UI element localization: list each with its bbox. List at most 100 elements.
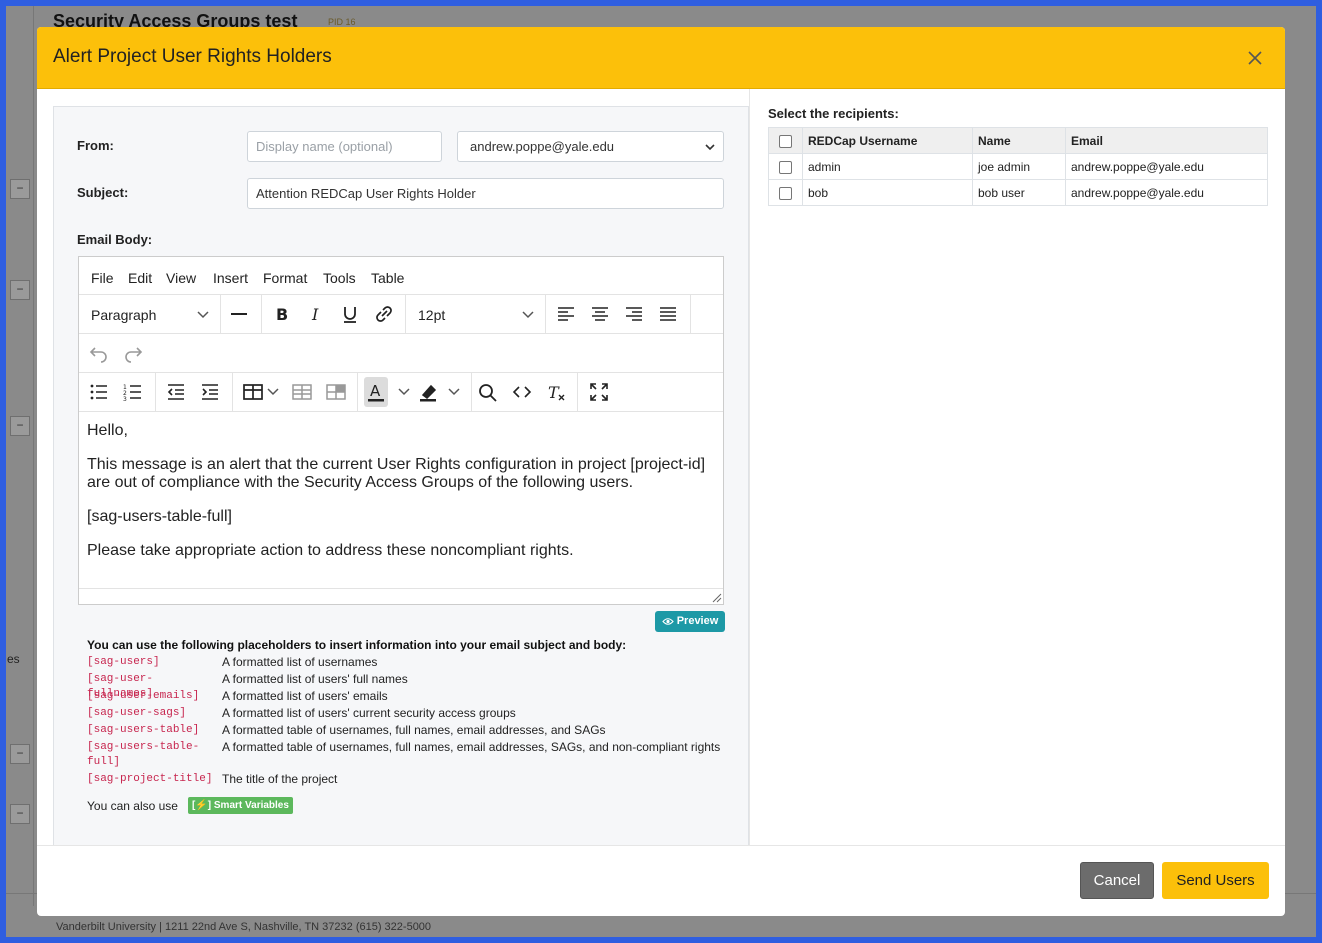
table-row: admin joe admin andrew.poppe@yale.edu [768,153,1268,180]
font-size-dropdown[interactable]: 12pt [418,307,445,323]
undo-icon[interactable] [87,342,111,364]
preview-button[interactable]: Preview [655,611,725,632]
preview-label: Preview [676,615,719,627]
align-center-icon[interactable] [588,303,612,325]
menu-file[interactable]: File [91,270,114,286]
chevron-down-icon [191,304,215,326]
select-all-checkbox[interactable] [779,134,792,148]
email-body-editor: File Edit View Insert Format Tools Table… [78,256,724,605]
placeholder-desc: A formatted list of users' current secur… [222,706,516,720]
placeholder-desc: A formatted list of users' full names [222,672,408,686]
collapse-toggle-icon: − [10,416,30,436]
horizontal-line-icon[interactable] [227,303,251,325]
collapse-toggle-icon: − [10,179,30,199]
cancel-button[interactable]: Cancel [1080,862,1154,899]
menu-tools[interactable]: Tools [323,270,356,286]
from-email-select[interactable]: andrew.poppe@yale.edu [457,131,724,162]
modal-header: Alert Project User Rights Holders [37,27,1285,89]
italic-icon[interactable]: I [304,303,328,325]
name-cell: joe admin [972,153,1066,180]
row-checkbox[interactable] [779,186,792,200]
numbered-list-icon[interactable]: 123 [121,381,145,403]
column-header: REDCap Username [802,127,973,154]
chevron-down-icon [705,143,715,151]
underline-icon[interactable] [338,303,362,325]
close-icon[interactable] [1241,44,1269,72]
menu-insert[interactable]: Insert [213,270,248,286]
editor-content[interactable]: Hello, This message is an alert that the… [79,413,723,588]
svg-text:B: B [276,305,288,324]
align-justify-icon[interactable] [656,303,680,325]
resize-handle-icon[interactable] [712,593,722,603]
bold-icon[interactable]: B [270,303,294,325]
alert-modal: Alert Project User Rights Holders From: … [37,27,1285,916]
editor-statusbar [79,588,723,604]
redo-icon[interactable] [121,342,145,364]
chevron-down-icon[interactable] [261,381,285,403]
highlight-color-icon[interactable] [417,381,441,403]
email-cell: andrew.poppe@yale.edu [1065,153,1268,180]
table-row: bob bob user andrew.poppe@yale.edu [768,179,1268,206]
row-checkbox[interactable] [779,160,792,174]
align-left-icon[interactable] [554,303,578,325]
smart-variables-button[interactable]: [⚡] Smart Variables [188,797,293,814]
email-body-label: Email Body: [77,232,153,247]
placeholder-code: [sag-user-sags] [87,707,187,719]
editor-toolbar-row: 123 A T [79,373,723,412]
collapse-toggle-icon: − [10,280,30,300]
chevron-down-icon[interactable] [392,381,416,403]
toolbar-separator [690,295,691,333]
font-size-value: 12pt [418,307,446,323]
outdent-icon[interactable] [164,381,188,403]
align-right-icon[interactable] [622,303,646,325]
toolbar-separator [577,373,578,411]
subject-input[interactable] [247,178,724,209]
placeholder-code: [sag-user-emails] [87,690,200,702]
menu-table[interactable]: Table [371,270,404,286]
menu-view[interactable]: View [166,270,196,286]
chevron-down-icon [516,304,540,326]
chevron-down-icon[interactable] [442,381,466,403]
select-all-cell [768,127,803,154]
placeholder-desc: A formatted table of usernames, full nam… [222,723,606,737]
username-cell: bob [802,179,973,206]
code-icon[interactable] [510,381,534,403]
table-row-icon[interactable] [324,381,348,403]
column-header: Email [1065,127,1268,154]
text-color-icon[interactable]: A [364,377,388,407]
sidebar-divider [33,6,34,906]
svg-text:A: A [370,382,381,400]
clear-formatting-icon[interactable]: T [544,381,568,403]
pane-divider [749,89,750,845]
link-icon[interactable] [372,303,396,325]
page-footer: Vanderbilt University | 1211 22nd Ave S,… [56,921,432,933]
footer-divider [37,845,1285,846]
search-icon[interactable] [476,381,500,403]
collapse-toggle-icon: − [10,804,30,824]
block-format-value: Paragraph [91,307,157,323]
column-header: Name [972,127,1066,154]
eye-icon [661,617,674,626]
placeholder-code: [sag-project-title] [87,773,213,785]
sidebar-text: es [7,652,20,666]
placeholder-desc: The title of the project [222,772,338,786]
table-cell-icon[interactable] [290,381,314,403]
from-email-value: andrew.poppe@yale.edu [470,139,615,154]
placeholder-code: [sag-users-table-full] [87,741,200,768]
menu-format[interactable]: Format [263,270,307,286]
toolbar-separator [357,373,358,411]
body-paragraph: Hello, [87,422,128,439]
bullet-list-icon[interactable] [87,381,111,403]
toolbar-separator [232,373,233,411]
editor-toolbar-row [79,334,723,373]
block-format-dropdown[interactable]: Paragraph [91,307,156,323]
indent-icon[interactable] [198,381,222,403]
placeholders-heading: You can use the following placeholders t… [87,638,627,652]
fullscreen-icon[interactable] [587,381,611,403]
body-paragraph: Please take appropriate action to addres… [87,542,574,559]
svg-text:3: 3 [123,396,127,403]
menu-edit[interactable]: Edit [128,270,152,286]
send-users-button[interactable]: Send Users [1162,862,1269,899]
table-header-row: REDCap Username Name Email [768,127,1268,154]
display-name-input[interactable] [247,131,442,162]
